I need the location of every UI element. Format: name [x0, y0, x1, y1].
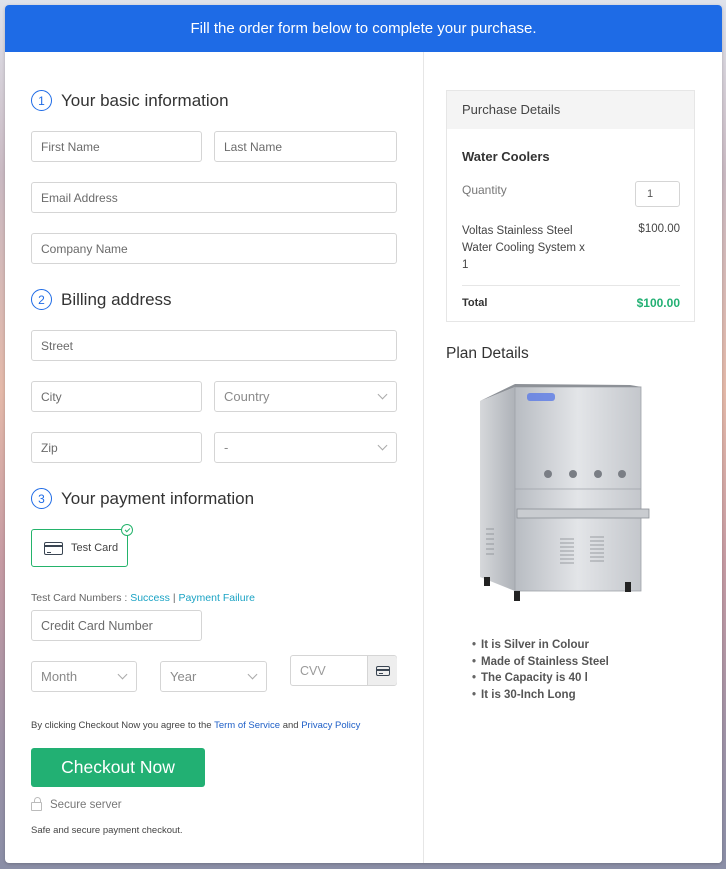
section-billing-address: 2 Billing address	[31, 289, 172, 310]
chevron-down-icon	[247, 669, 258, 680]
terms-of-service-link[interactable]: Term of Service	[214, 720, 280, 731]
cooler-side-panel	[480, 387, 515, 591]
privacy-policy-link[interactable]: Privacy Policy	[301, 720, 360, 731]
street-input[interactable]: Street	[31, 330, 397, 361]
brand-logo-blurred	[527, 393, 555, 401]
section-title: Your payment information	[61, 488, 255, 508]
chevron-down-icon	[377, 389, 388, 400]
total-label: Total	[462, 297, 488, 309]
feature-item: The Capacity is 40 l	[472, 670, 609, 687]
payment-method-label: Test Card	[71, 542, 119, 554]
payment-method-test-card[interactable]: Test Card	[31, 524, 133, 567]
plan-details-title: Plan Details	[446, 345, 529, 362]
month-select[interactable]: Month	[31, 661, 137, 692]
chevron-down-icon	[377, 440, 388, 451]
secure-server-label: Secure server	[50, 798, 122, 811]
email-input[interactable]: Email Address	[31, 182, 397, 213]
order-form-page: Fill the order form below to complete yo…	[5, 5, 722, 863]
test-card-numbers: Test Card Numbers : Success | Payment Fa…	[31, 592, 255, 604]
section-title: Billing address	[61, 289, 172, 309]
credit-card-icon	[375, 665, 390, 676]
cvv-card-addon	[367, 656, 397, 685]
company-name-input[interactable]: Company Name	[31, 233, 397, 264]
quantity-input[interactable]: 1	[635, 181, 680, 207]
year-select-value: Year	[170, 669, 197, 684]
purchase-details-header: Purchase Details	[447, 91, 694, 129]
order-form: 1 Your basic information First Name Last…	[5, 52, 424, 863]
last-name-input[interactable]: Last Name	[214, 131, 397, 162]
line-item-price: $100.00	[638, 223, 680, 235]
separator: |	[172, 592, 176, 604]
order-summary: Purchase Details Water Coolers Quantity …	[425, 52, 722, 863]
test-card-numbers-label: Test Card Numbers :	[31, 592, 128, 604]
plan-features-list: It is Silver in Colour Made of Stainless…	[472, 637, 609, 703]
water-cooler-image	[480, 384, 650, 601]
agreement-text: By clicking Checkout Now you agree to th…	[31, 720, 360, 731]
agreement-and: and	[282, 720, 299, 731]
check-circle-icon	[121, 524, 133, 536]
line-item-name: Voltas Stainless Steel Water Cooling Sys…	[462, 225, 585, 271]
payment-failure-link[interactable]: Payment Failure	[178, 592, 254, 604]
total-value: $100.00	[636, 296, 680, 310]
quantity-label: Quantity	[462, 183, 507, 197]
drip-tray	[516, 508, 650, 519]
first-name-input[interactable]: First Name	[31, 131, 202, 162]
country-select[interactable]: Country	[214, 381, 397, 412]
feature-item: Made of Stainless Steel	[472, 654, 609, 671]
city-input[interactable]: City	[31, 381, 202, 412]
checkout-now-button[interactable]: Checkout Now	[31, 748, 205, 787]
state-select[interactable]: -	[214, 432, 397, 463]
step-number-3: 3	[31, 488, 52, 509]
credit-card-number-input[interactable]: Credit Card Number	[31, 610, 202, 641]
feature-item: It is 30-Inch Long	[472, 687, 609, 704]
secure-server: Secure server	[31, 797, 122, 811]
lock-icon	[31, 797, 42, 811]
purchase-details-card: Purchase Details Water Coolers Quantity …	[446, 90, 695, 322]
state-select-value: -	[224, 440, 229, 455]
country-select-value: Country	[224, 389, 270, 404]
credit-card-icon	[44, 541, 63, 555]
step-number-2: 2	[31, 289, 52, 310]
step-number-1: 1	[31, 90, 52, 111]
divider	[462, 285, 680, 286]
product-group-name: Water Coolers	[462, 149, 550, 164]
section-payment-info: 3 Your payment information	[31, 488, 254, 509]
success-link[interactable]: Success	[130, 592, 170, 604]
header-banner: Fill the order form below to complete yo…	[5, 5, 722, 52]
feature-item: It is Silver in Colour	[472, 637, 609, 654]
chevron-down-icon	[117, 669, 128, 680]
agreement-prefix: By clicking Checkout Now you agree to th…	[31, 720, 212, 731]
section-title: Your basic information	[61, 90, 229, 110]
year-select[interactable]: Year	[160, 661, 267, 692]
zip-input[interactable]: Zip	[31, 432, 202, 463]
section-basic-info: 1 Your basic information	[31, 90, 229, 111]
safe-checkout-text: Safe and secure payment checkout.	[31, 825, 183, 836]
month-select-value: Month	[41, 669, 78, 684]
